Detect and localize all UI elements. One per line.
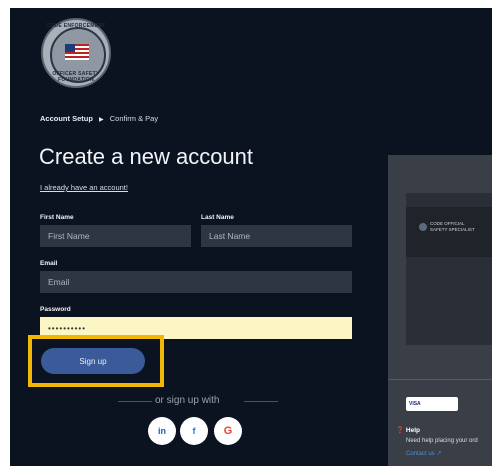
or-sign-up-with-text: or sign up with	[155, 395, 220, 406]
google-icon: G	[223, 425, 233, 437]
breadcrumb: Account Setup ▶ Confirm & Pay	[40, 114, 158, 123]
divider-right	[244, 401, 278, 402]
linkedin-signup-button[interactable]: in	[148, 417, 176, 445]
divider-left	[118, 401, 152, 402]
password-label: Password	[40, 306, 71, 313]
breadcrumb-step-account-setup: Account Setup	[40, 114, 93, 123]
contact-us-link[interactable]: Contact us ↗	[406, 450, 441, 457]
payment-cards-icon: VISA	[406, 397, 458, 411]
help-title: ❓ Help	[396, 426, 420, 434]
last-name-label: Last Name	[201, 214, 234, 221]
help-text: Need help placing your ord	[406, 438, 478, 444]
email-field[interactable]: Email	[40, 271, 352, 293]
sign-up-button[interactable]: Sign up	[41, 348, 145, 374]
app-frame: CODE ENFORCEMENT OFFICER SAFETY FOUNDATI…	[10, 8, 492, 466]
google-signup-button[interactable]: G	[214, 417, 242, 445]
video-title-line2: SAFETY SPECIALIST	[430, 227, 475, 232]
play-icon	[419, 223, 427, 231]
video-title: CODE OFFICIAL SAFETY SPECIALIST	[430, 221, 475, 233]
last-name-field[interactable]: Last Name	[201, 225, 352, 247]
flag-icon	[65, 44, 89, 60]
organization-logo: CODE ENFORCEMENT OFFICER SAFETY FOUNDATI…	[41, 18, 111, 88]
product-video-thumbnail[interactable]: CODE OFFICIAL SAFETY SPECIALIST	[406, 207, 492, 257]
email-label: Email	[40, 260, 58, 267]
order-summary-panel: CODE OFFICIAL SAFETY SPECIALIST VISA ❓ H…	[388, 155, 492, 466]
logo-bottom-text: OFFICER SAFETY FOUNDATION	[52, 71, 100, 83]
already-have-account-link[interactable]: I already have an account!	[40, 183, 128, 192]
help-title-label: Help	[405, 427, 420, 434]
panel-divider	[388, 379, 492, 380]
breadcrumb-separator-icon: ▶	[99, 117, 104, 123]
linkedin-icon: in	[158, 426, 166, 436]
first-name-field[interactable]: First Name	[40, 225, 191, 247]
question-icon: ❓	[396, 427, 405, 434]
facebook-signup-button[interactable]: f	[180, 417, 208, 445]
first-name-label: First Name	[40, 214, 74, 221]
facebook-icon: f	[192, 426, 196, 436]
breadcrumb-step-confirm-pay: Confirm & Pay	[109, 114, 159, 123]
page-title: Create a new account	[39, 144, 254, 169]
